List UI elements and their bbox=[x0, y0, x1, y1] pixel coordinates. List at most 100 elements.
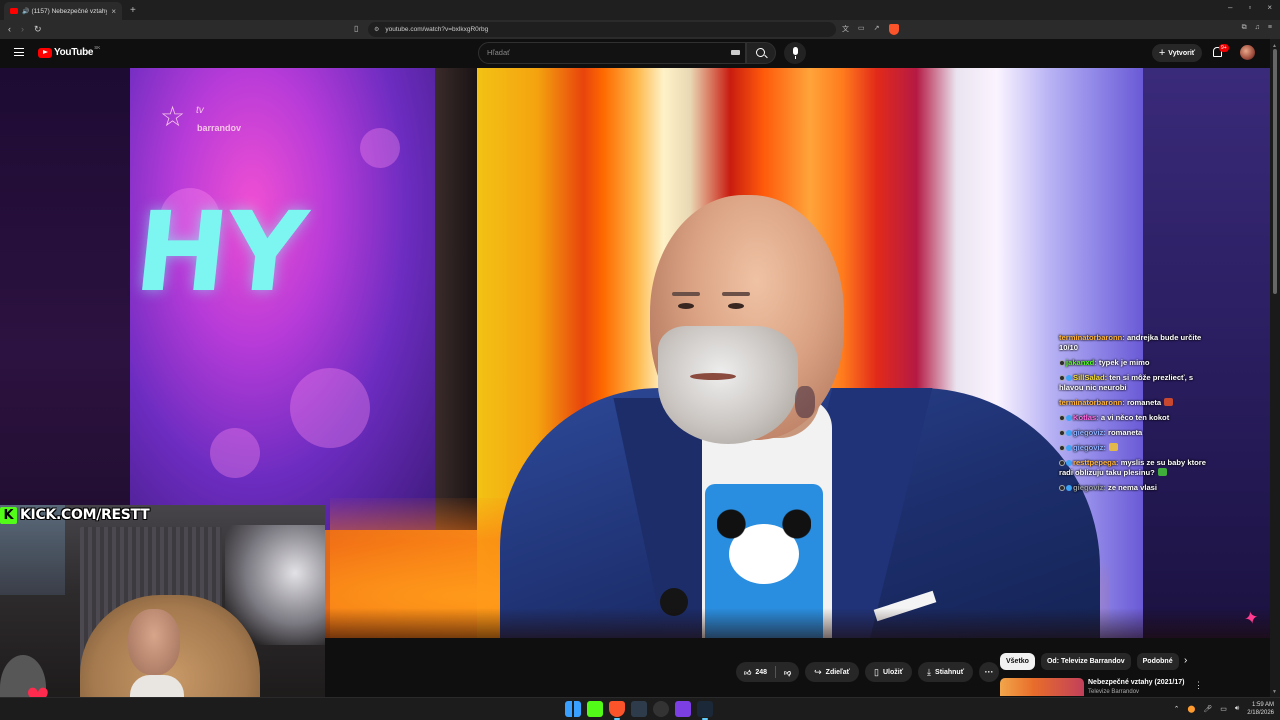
tab-title: (1157) Nebezpečné vztahy (2 bbox=[31, 7, 108, 15]
chat-text: romaneta bbox=[1124, 398, 1162, 407]
more-actions-button[interactable]: ··· bbox=[979, 662, 1000, 682]
like-button[interactable]: 👍︎ 248 bbox=[736, 662, 775, 682]
system-tray: ⌃ ⬤ 🎤︎ ▭ 🔊︎ 1:59 AM 2/18/2026 bbox=[1174, 701, 1274, 717]
recommendation-chips: Všetko Od: Televize Barrandov Podobné bbox=[1000, 653, 1179, 670]
account-avatar[interactable] bbox=[1240, 45, 1255, 60]
voice-search-button[interactable] bbox=[784, 42, 806, 64]
chat-username: jakanxd: bbox=[1066, 358, 1097, 367]
chat-message: resttpepega: myslis ze su baby ktore rad… bbox=[1059, 458, 1219, 478]
download-button[interactable]: ⤓ Stiahnuť bbox=[918, 662, 974, 682]
recommended-video[interactable]: Nebezpečné vztahy (2021/17) Televize Bar… bbox=[1000, 678, 1200, 696]
media-icon[interactable]: ♫ bbox=[1255, 24, 1260, 32]
chat-text: typek je mimo bbox=[1096, 358, 1150, 367]
chat-text: ze nema vlasi bbox=[1105, 483, 1157, 492]
cast-icon[interactable]: ▭ bbox=[858, 24, 865, 35]
terminal-app-icon[interactable] bbox=[631, 701, 647, 717]
dislike-button[interactable]: 👎︎ bbox=[776, 662, 799, 682]
window-controls: – ▫ × bbox=[1228, 3, 1272, 12]
share-label: Zdieľať bbox=[825, 668, 851, 676]
like-dislike-group: 👍︎ 248 👎︎ bbox=[736, 662, 800, 682]
tray-app-icon[interactable]: ⬤ bbox=[1188, 705, 1196, 713]
channel-logo-tv: tv bbox=[196, 105, 204, 116]
browser-tab-youtube[interactable]: 🔊 (1157) Nebezpečné vztahy (2 × bbox=[4, 2, 122, 20]
back-icon[interactable]: ‹ bbox=[8, 24, 11, 35]
forward-icon[interactable]: › bbox=[21, 24, 24, 35]
microphone-tray-icon[interactable]: 🎤︎ bbox=[1203, 705, 1212, 713]
windows-start-icon[interactable] bbox=[565, 701, 581, 717]
video-bottom-shade bbox=[325, 608, 1270, 638]
steam-app-icon[interactable] bbox=[697, 701, 713, 720]
chip-all[interactable]: Všetko bbox=[1000, 653, 1035, 670]
chat-badge-icon bbox=[1066, 484, 1072, 491]
twitch-app-icon[interactable] bbox=[675, 701, 691, 717]
scroll-down-icon[interactable]: ▼ bbox=[1272, 689, 1277, 695]
chat-username: Kotlas: bbox=[1073, 413, 1099, 422]
create-button[interactable]: + Vytvoriť bbox=[1152, 44, 1202, 62]
maximize-button[interactable]: ▫ bbox=[1248, 3, 1251, 12]
recommended-more-icon[interactable]: ⋮ bbox=[1194, 680, 1203, 691]
presenter-brow-right bbox=[722, 292, 750, 296]
youtube-play-icon bbox=[38, 47, 52, 58]
chat-emote-icon bbox=[1108, 443, 1118, 451]
youtube-logo-text: YouTube bbox=[54, 47, 94, 58]
bookmark-icon[interactable]: ▯ bbox=[354, 24, 358, 33]
chat-badge-icon bbox=[1059, 444, 1065, 451]
search-button[interactable] bbox=[746, 42, 776, 64]
reload-icon[interactable]: ↻ bbox=[34, 24, 42, 35]
extensions-icon[interactable]: ⧉ bbox=[1242, 24, 1247, 32]
chat-text: a vi něco ten kokot bbox=[1098, 413, 1170, 422]
page-scrollbar[interactable]: ▲ ▼ bbox=[1270, 39, 1280, 697]
url-text: youtube.com/watch?v=bxlkxgR0rbg bbox=[385, 26, 489, 33]
channel-logo-barrandov: barrandov bbox=[197, 123, 242, 133]
brave-browser-icon[interactable] bbox=[609, 701, 625, 720]
scrollbar-thumb[interactable] bbox=[1273, 49, 1277, 294]
kick-app-icon[interactable] bbox=[587, 701, 603, 717]
recommended-channel: Televize Barrandov bbox=[1088, 689, 1140, 695]
minimize-button[interactable]: – bbox=[1228, 3, 1232, 12]
address-bar-row: ‹ › ↻ ▯ ⚙ youtube.com/watch?v=bxlkxgR0rb… bbox=[0, 20, 1280, 39]
close-window-button[interactable]: × bbox=[1267, 3, 1272, 12]
chevron-right-icon[interactable]: › bbox=[1184, 655, 1187, 666]
chip-related[interactable]: Podobné bbox=[1136, 653, 1179, 670]
chat-message: giegoviz: ze nema vlasi bbox=[1059, 483, 1219, 493]
recommended-thumbnail[interactable] bbox=[1000, 678, 1084, 696]
tab-close-icon[interactable]: × bbox=[111, 7, 116, 16]
save-button[interactable]: ▯ Uložiť bbox=[865, 662, 913, 682]
volume-icon[interactable]: 🔊︎ bbox=[1235, 705, 1239, 713]
youtube-logo[interactable]: YouTube SK bbox=[38, 45, 101, 58]
menu-icon[interactable] bbox=[14, 48, 24, 56]
save-label: Uložiť bbox=[882, 668, 904, 676]
chat-badge-icon bbox=[1059, 359, 1065, 366]
search-input[interactable]: Hľadať bbox=[478, 42, 746, 64]
keyboard-icon[interactable] bbox=[731, 50, 740, 55]
create-label: Vytvoriť bbox=[1168, 49, 1196, 57]
brave-shields-icon[interactable] bbox=[888, 24, 899, 35]
clock[interactable]: 1:59 AM 2/18/2026 bbox=[1247, 701, 1274, 717]
clock-time: 1:59 AM bbox=[1251, 702, 1274, 708]
country-code: SK bbox=[94, 45, 101, 50]
chat-badge-icon bbox=[1059, 459, 1065, 466]
url-field[interactable]: ⚙ youtube.com/watch?v=bxlkxgR0rbg bbox=[368, 22, 836, 37]
new-tab-button[interactable]: + bbox=[130, 5, 136, 16]
chat-badge-icon bbox=[1066, 429, 1072, 436]
obs-app-icon[interactable] bbox=[653, 701, 669, 717]
network-icon[interactable]: ▭ bbox=[1220, 705, 1227, 713]
neck-tattoo bbox=[795, 386, 815, 418]
chat-username: giegoviz: bbox=[1073, 483, 1106, 492]
presenter-brow-left bbox=[672, 292, 700, 296]
site-info-icon[interactable]: ⚙ bbox=[374, 26, 379, 33]
chat-badge-icon bbox=[1059, 374, 1065, 381]
translate-icon[interactable]: 文 bbox=[842, 24, 849, 35]
bookmark-save-icon: ▯ bbox=[874, 666, 879, 677]
chip-from-channel[interactable]: Od: Televize Barrandov bbox=[1040, 653, 1131, 670]
chat-username: giegoviz: bbox=[1073, 428, 1106, 437]
share-page-icon[interactable]: ↗ bbox=[874, 24, 880, 35]
windows-taskbar: ⌃ ⬤ 🎤︎ ▭ 🔊︎ 1:59 AM 2/18/2026 bbox=[0, 697, 1280, 720]
tray-chevron-icon[interactable]: ⌃ bbox=[1174, 705, 1180, 713]
recommended-title[interactable]: Nebezpečné vztahy (2021/17) bbox=[1088, 679, 1185, 686]
taskbar-apps bbox=[565, 701, 713, 720]
chat-badge-icon bbox=[1066, 459, 1072, 466]
speaker-icon[interactable]: 🔊 bbox=[22, 8, 29, 15]
share-button[interactable]: ↪ Zdieľať bbox=[805, 662, 860, 682]
browser-menu-icon[interactable]: ≡ bbox=[1268, 24, 1272, 32]
